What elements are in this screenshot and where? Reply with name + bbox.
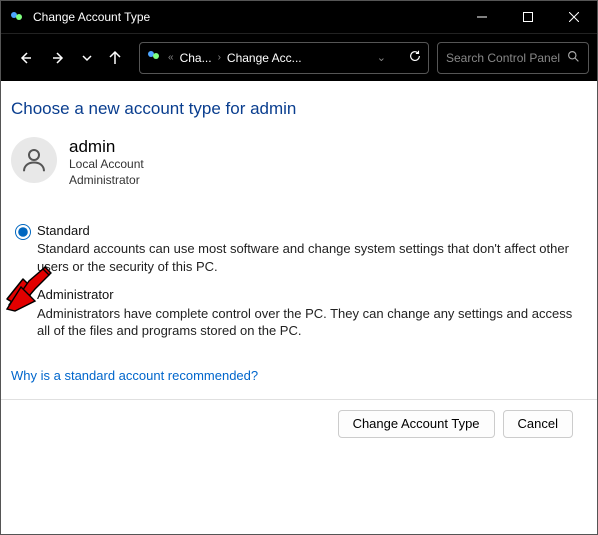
breadcrumb-segment[interactable]: Cha... (180, 51, 212, 65)
footer-buttons: Change Account Type Cancel (11, 400, 587, 448)
chevron-right-icon: › (216, 52, 223, 63)
forward-button[interactable] (43, 42, 75, 74)
radio-standard[interactable] (15, 224, 31, 240)
search-icon (567, 50, 580, 66)
recent-dropdown[interactable] (77, 42, 97, 74)
user-card: admin Local Account Administrator (11, 137, 587, 189)
option-standard-label: Standard (37, 223, 587, 239)
user-account-type: Local Account (69, 157, 144, 173)
window-title: Change Account Type (33, 10, 459, 24)
nav-bar: « Cha... › Change Acc... ⌄ Search Contro… (1, 33, 597, 81)
page-heading: Choose a new account type for admin (11, 99, 587, 119)
account-type-options: Standard Standard accounts can use most … (11, 223, 587, 340)
avatar (11, 137, 57, 183)
back-button[interactable] (9, 42, 41, 74)
app-icon (9, 9, 25, 25)
user-role: Administrator (69, 173, 144, 189)
option-standard-desc: Standard accounts can use most software … (37, 240, 587, 275)
breadcrumb-icon (146, 48, 162, 67)
change-account-type-button[interactable]: Change Account Type (338, 410, 495, 438)
option-administrator-label: Administrator (37, 287, 587, 303)
maximize-button[interactable] (505, 1, 551, 33)
up-button[interactable] (99, 42, 131, 74)
chevron-left-icon: « (166, 52, 176, 63)
user-name: admin (69, 137, 144, 157)
option-administrator-desc: Administrators have complete control ove… (37, 305, 587, 340)
titlebar: Change Account Type (1, 1, 597, 33)
cancel-button[interactable]: Cancel (503, 410, 573, 438)
close-button[interactable] (551, 1, 597, 33)
recommended-link[interactable]: Why is a standard account recommended? (11, 368, 258, 383)
minimize-button[interactable] (459, 1, 505, 33)
content-area: Choose a new account type for admin admi… (1, 81, 597, 448)
refresh-icon[interactable] (408, 49, 422, 66)
address-bar[interactable]: « Cha... › Change Acc... ⌄ (139, 42, 429, 74)
option-standard[interactable]: Standard Standard accounts can use most … (15, 223, 587, 276)
breadcrumb-segment[interactable]: Change Acc... (227, 51, 302, 65)
option-administrator[interactable]: Administrator Administrators have comple… (15, 287, 587, 340)
search-input[interactable]: Search Control Panel (437, 42, 589, 74)
search-placeholder: Search Control Panel (446, 51, 567, 65)
chevron-down-icon[interactable]: ⌄ (375, 51, 388, 64)
radio-administrator[interactable] (15, 288, 31, 304)
